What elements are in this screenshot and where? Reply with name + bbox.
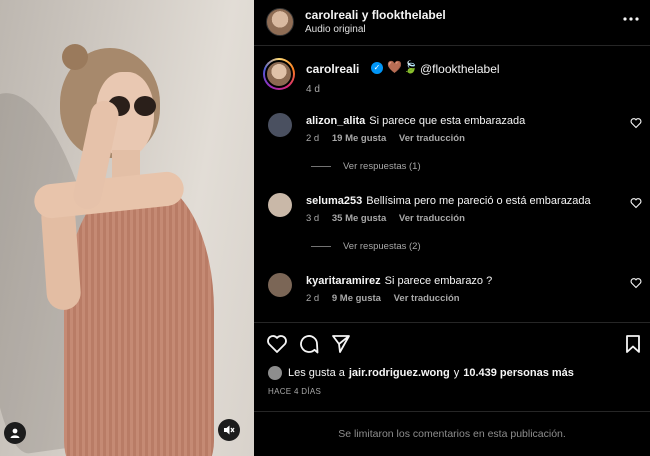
brown-heart-emoji: 🤎 bbox=[387, 60, 402, 74]
liker-avatar[interactable] bbox=[268, 366, 282, 380]
comment-time[interactable]: 2 d bbox=[306, 133, 319, 144]
photo-hair-bun bbox=[62, 44, 88, 70]
comment-line: alizon_alita Si parece que esta embarazad… bbox=[306, 115, 525, 127]
view-replies-button[interactable]: Ver respuestas (1) bbox=[311, 161, 421, 172]
bookmark-icon[interactable] bbox=[622, 333, 644, 355]
heart-outline-icon[interactable] bbox=[630, 277, 642, 289]
likes-prefix: Les gusta a bbox=[288, 367, 345, 379]
speaker-muted-icon bbox=[224, 425, 235, 435]
heart-outline-icon[interactable] bbox=[630, 197, 642, 209]
caption-mention[interactable]: @flookthelabel bbox=[420, 62, 500, 76]
like-heart-icon[interactable] bbox=[266, 333, 288, 355]
likes-joiner: y bbox=[453, 367, 460, 379]
tagged-users-button[interactable] bbox=[4, 422, 26, 444]
post-header: carolreali y flookthelabel Audio origina… bbox=[254, 0, 650, 46]
comment-line: kyaritaramirez Si parece embarazo ? bbox=[306, 275, 492, 287]
comment-likes[interactable]: 19 Me gusta bbox=[332, 133, 386, 144]
comment-text: Si parece que esta embarazada bbox=[369, 115, 526, 127]
mute-button[interactable] bbox=[218, 419, 240, 441]
comment-text: Si parece embarazo ? bbox=[384, 275, 493, 287]
post-detail-panel: carolreali y flookthelabel Audio origina… bbox=[254, 0, 650, 456]
translate-link[interactable]: Ver traducción bbox=[394, 293, 460, 304]
commenter-avatar[interactable] bbox=[268, 273, 292, 297]
translate-link[interactable]: Ver traducción bbox=[399, 213, 465, 224]
comment-likes[interactable]: 9 Me gusta bbox=[332, 293, 381, 304]
audio-label[interactable]: Audio original bbox=[305, 24, 366, 35]
photo-dress bbox=[64, 180, 214, 456]
comment-meta: 2 d 19 Me gusta Ver traducción bbox=[306, 133, 475, 144]
caption-time[interactable]: 4 d bbox=[306, 84, 320, 95]
likes-others[interactable]: 10.439 personas más bbox=[463, 367, 574, 379]
commenter-avatar[interactable] bbox=[268, 193, 292, 217]
share-paper-plane-icon[interactable] bbox=[330, 333, 352, 355]
commenter-avatar[interactable] bbox=[268, 113, 292, 137]
likes-summary: Les gusta a jair.rodriguez.wong y 10.439… bbox=[268, 366, 574, 380]
comment-line: seluma253 Bellísima pero me pareció o est… bbox=[306, 195, 591, 207]
liker-username[interactable]: jair.rodriguez.wong bbox=[349, 367, 450, 379]
caption-avatar[interactable] bbox=[263, 58, 295, 90]
comment-meta: 2 d 9 Me gusta Ver traducción bbox=[306, 293, 470, 304]
comment-username[interactable]: alizon_alita bbox=[306, 115, 365, 127]
leaf-emoji: 🍃 bbox=[403, 60, 418, 74]
comment-username[interactable]: kyaritaramirez bbox=[306, 275, 381, 287]
post-age[interactable]: HACE 4 DÍAS bbox=[268, 387, 321, 396]
comment-meta: 3 d 35 Me gusta Ver traducción bbox=[306, 213, 475, 224]
verified-badge-icon: ✓ bbox=[371, 62, 383, 74]
user-icon bbox=[10, 428, 20, 438]
post-media[interactable] bbox=[0, 0, 254, 456]
comment-time[interactable]: 2 d bbox=[306, 293, 319, 304]
comment-username[interactable]: seluma253 bbox=[306, 195, 362, 207]
caption-username[interactable]: carolreali bbox=[306, 62, 359, 76]
comments-limited-notice: Se limitaron los comentarios en esta pub… bbox=[254, 411, 650, 456]
more-options-icon[interactable] bbox=[622, 10, 640, 28]
comment-bubble-icon[interactable] bbox=[298, 333, 320, 355]
heart-outline-icon[interactable] bbox=[630, 117, 642, 129]
comment-text: Bellísima pero me pareció o está embaraz… bbox=[366, 195, 591, 207]
comment-time[interactable]: 3 d bbox=[306, 213, 319, 224]
comment-likes[interactable]: 35 Me gusta bbox=[332, 213, 386, 224]
post-authors[interactable]: carolreali y flookthelabel bbox=[305, 8, 446, 22]
author-avatar[interactable] bbox=[266, 8, 294, 36]
translate-link[interactable]: Ver traducción bbox=[399, 133, 465, 144]
view-replies-button[interactable]: Ver respuestas (2) bbox=[311, 241, 421, 252]
